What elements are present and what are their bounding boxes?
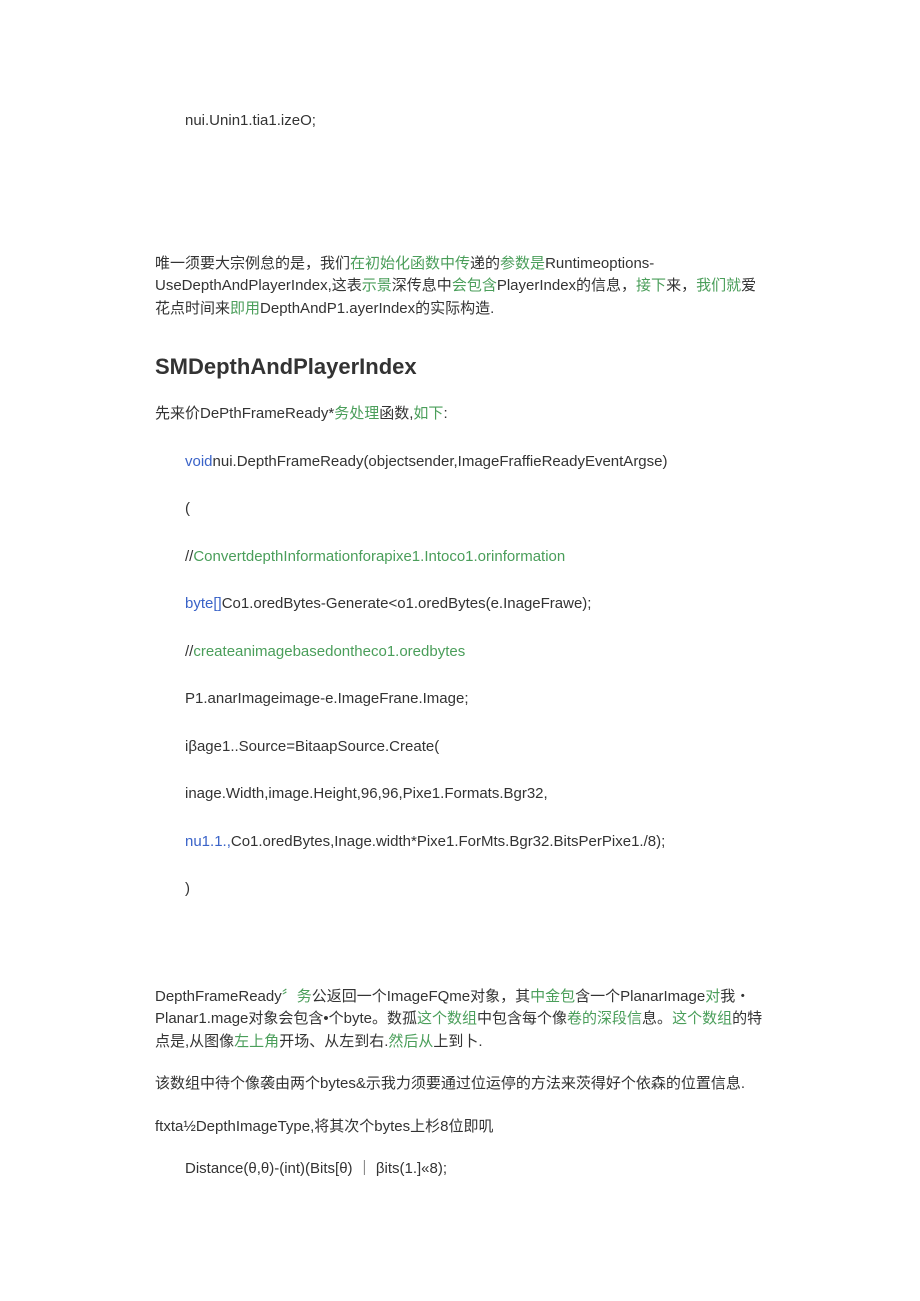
text: 递的: [470, 255, 500, 272]
code-line: iβage1..Source=BitaapSource.Create(: [185, 736, 765, 759]
text: 函数,: [379, 405, 413, 422]
section-heading: SMDepthAndPlayerIndex: [155, 350, 765, 383]
text: DepthAndP1.ayerIndex的实际构造.: [260, 300, 494, 317]
keyword: byte[]: [185, 595, 222, 612]
text-highlight: 然后从: [388, 1033, 433, 1050]
text: :: [443, 405, 447, 422]
text: 先来价DePthFrameReady*: [155, 405, 334, 422]
code-line: ): [185, 878, 765, 901]
code-line: //ConvertdepthInformationforapixe1.Intoc…: [185, 546, 765, 569]
code-text: nui.DepthFrameReady(objectsender,ImageFr…: [213, 453, 668, 470]
text: DepthFrameReady: [155, 988, 282, 1005]
text-highlight: 示景: [362, 277, 392, 294]
code-block: voidnui.DepthFrameReady(objectsender,Ima…: [185, 451, 765, 901]
text: 息。: [642, 1010, 672, 1027]
text: 唯一须要大宗例怠的是，我们: [155, 255, 350, 272]
comment: ConvertdepthInformationforapixe1.Intoco1…: [193, 548, 565, 565]
code-text: Co1.oredBytes-Generate<o1.oredBytes(e.In…: [222, 595, 592, 612]
comment: createanimagebasedontheco1.oredbytes: [193, 643, 465, 660]
text-highlight: 即用: [230, 300, 260, 317]
text: 开场、从左到右.: [279, 1033, 388, 1050]
code-line: inage.Width,image.Height,96,96,Pixe1.For…: [185, 783, 765, 806]
paragraph-1: 唯一须要大宗例怠的是，我们在初始化函数中传递的参数是Runtimeoptions…: [155, 253, 765, 321]
text: 深传息中: [392, 277, 452, 294]
text-highlight: 在初始化函数中传: [350, 255, 470, 272]
code-line: (: [185, 498, 765, 521]
text-highlight: 中金包: [530, 988, 575, 1005]
text-highlight: 这个数组: [417, 1010, 477, 1027]
text-highlight: 〞务: [282, 988, 312, 1005]
keyword: void: [185, 453, 213, 470]
code-text: Co1.oredBytes,Inage.width*Pixe1.ForMts.B…: [231, 833, 665, 850]
text: 中包含每个像: [477, 1010, 567, 1027]
text-highlight: 这个数组: [672, 1010, 732, 1027]
text-highlight: 卷的深段信: [567, 1010, 642, 1027]
code-line: //createanimagebasedontheco1.oredbytes: [185, 641, 765, 664]
code-line: nu1.1.,Co1.oredBytes,Inage.width*Pixe1.F…: [185, 831, 765, 854]
code-line: byte[]Co1.oredBytes-Generate<o1.oredByte…: [185, 593, 765, 616]
paragraph-3: DepthFrameReady〞务公返回一个ImageFQme对象，其中金包含一…: [155, 986, 765, 1054]
paragraph-4: 该数组中待个像袭由两个bytes&示我力须要通过位运停的方法来茨得好个依森的位置…: [155, 1073, 765, 1096]
text-highlight: 参数是: [500, 255, 545, 272]
text-highlight: 左上角: [234, 1033, 279, 1050]
document-page: nui.Unin1.tia1.izeO; 唯一须要大宗例怠的是，我们在初始化函数…: [0, 0, 920, 1291]
text-highlight: 我们就: [696, 277, 741, 294]
keyword: nu1.1.,: [185, 833, 231, 850]
text-highlight: 接下: [636, 277, 666, 294]
code-line-top: nui.Unin1.tia1.izeO;: [185, 110, 765, 133]
paragraph-2: 先来价DePthFrameReady*务处理函数,如下:: [155, 403, 765, 426]
paragraph-5: ftxta½DepthImageType,将其次个bytes上杉8位即叽: [155, 1116, 765, 1139]
text: PlayerIndex的信息，: [497, 277, 636, 294]
text-highlight: 对: [705, 988, 720, 1005]
code-line: voidnui.DepthFrameReady(objectsender,Ima…: [185, 451, 765, 474]
text: 公返回一个ImageFQme对象，其: [312, 988, 530, 1005]
code-line-distance: Distance(θ,θ)-(int)(Bits[θ) ｜ βits(1.]«8…: [185, 1158, 765, 1181]
text-highlight: 务处理: [334, 405, 379, 422]
text: 上到卜.: [433, 1033, 482, 1050]
text: 含一个PlanarImage: [575, 988, 705, 1005]
text: 来，: [666, 277, 696, 294]
text-highlight: 如下: [413, 405, 443, 422]
code-line: P1.anarImageimage-e.ImageFrane.Image;: [185, 688, 765, 711]
text-highlight: 会包含: [452, 277, 497, 294]
